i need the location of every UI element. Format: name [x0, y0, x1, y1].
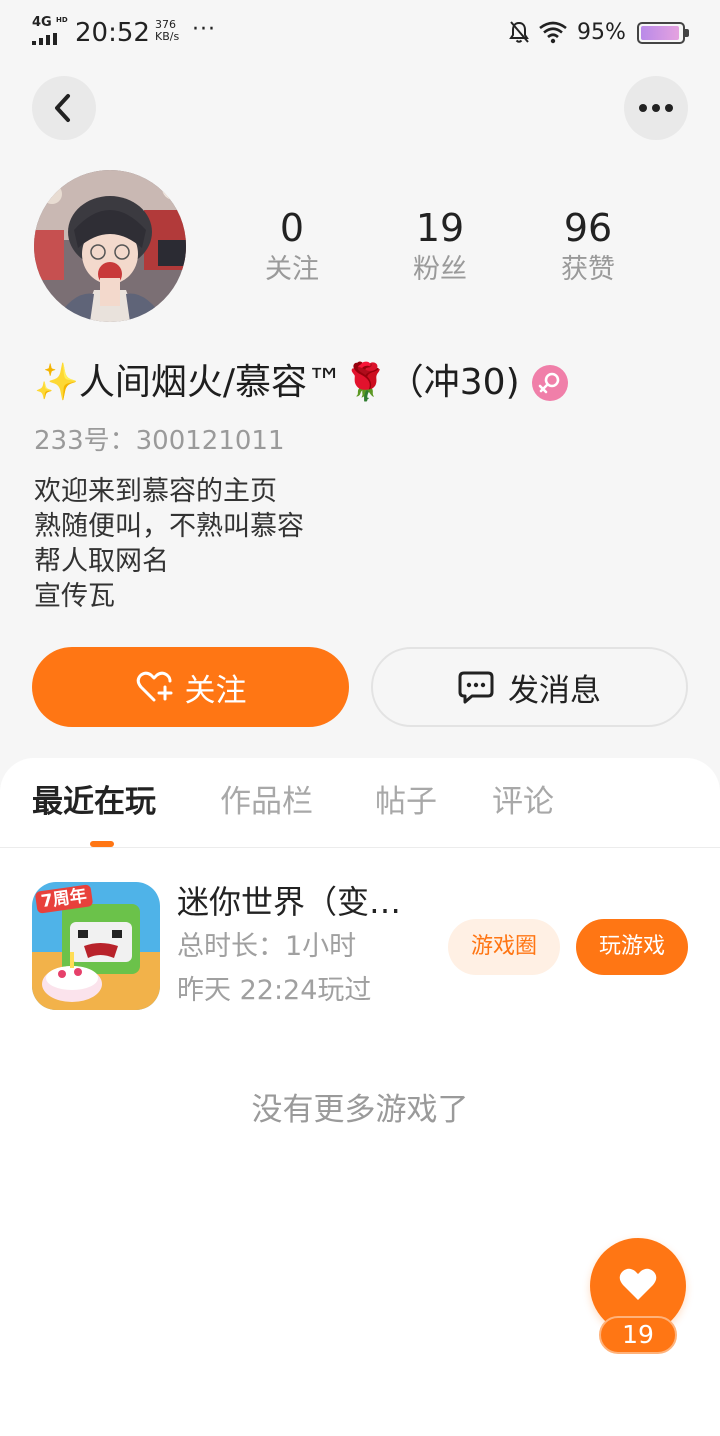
status-more-icon: ···	[192, 17, 216, 42]
wifi-icon	[539, 21, 567, 44]
network-speed: 376 KB/s	[155, 19, 179, 43]
more-button[interactable]	[624, 76, 688, 140]
game-duration: 总时长：1小时	[177, 931, 357, 962]
stat-following-value: 0	[279, 206, 305, 250]
avatar[interactable]	[34, 170, 186, 322]
play-game-button[interactable]: 玩游戏	[576, 919, 688, 975]
game-circle-button[interactable]: 游戏圈	[448, 919, 560, 975]
heart-icon	[619, 1268, 657, 1300]
user-id: 233号：300121011	[34, 426, 285, 456]
status-bar: 4G HD 20:52 376 KB/s ··· 95%	[0, 0, 720, 66]
chevron-left-icon	[55, 94, 70, 122]
bell-off-icon	[509, 21, 529, 43]
stat-likes-label: 获赞	[561, 254, 615, 285]
stat-likes-value: 96	[563, 206, 613, 250]
female-icon	[531, 365, 568, 401]
message-button[interactable]: 发消息	[371, 647, 688, 727]
more-dots-icon	[639, 104, 673, 112]
tab-works[interactable]: 作品栏	[220, 780, 313, 824]
avatar-image	[34, 170, 186, 322]
bio: 欢迎来到慕容的主页 熟随便叫，不熟叫慕容 帮人取网名 宣传瓦	[34, 474, 654, 614]
heart-plus-icon	[136, 671, 172, 702]
network-hd: HD	[56, 16, 68, 24]
clock: 20:52	[75, 18, 150, 48]
empty-list-text: 没有更多游戏了	[251, 1092, 469, 1128]
chat-bubble-icon	[458, 671, 494, 704]
game-title: 迷你世界（变…	[177, 883, 402, 921]
network-speed-unit: KB/s	[155, 30, 180, 43]
stat-likes[interactable]: 96 获赞	[528, 205, 648, 289]
stat-fans[interactable]: 19 粉丝	[380, 205, 500, 289]
follow-button-label: 关注	[184, 672, 247, 709]
back-button[interactable]	[32, 76, 96, 140]
game-last-played: 昨天 22:24玩过	[177, 975, 372, 1006]
stat-following-label: 关注	[265, 254, 319, 285]
tab-comments[interactable]: 评论	[492, 780, 554, 824]
tab-posts[interactable]: 帖子	[375, 780, 437, 824]
stat-fans-value: 19	[415, 206, 465, 250]
tab-bar: 最近在玩 作品栏 帖子 评论	[0, 758, 720, 848]
game-icon: 7周年	[32, 882, 160, 1010]
bio-line: 欢迎来到慕容的主页	[34, 476, 277, 507]
network-type: 4G	[32, 15, 52, 30]
stat-fans-label: 粉丝	[413, 254, 467, 285]
message-button-label: 发消息	[508, 672, 601, 709]
tab-recent-play[interactable]: 最近在玩	[32, 780, 156, 824]
bio-line: 熟随便叫，不熟叫慕容	[34, 511, 304, 542]
like-count: 19	[599, 1316, 677, 1354]
bio-line: 帮人取网名	[34, 546, 169, 577]
signal-icon: 4G HD	[32, 15, 68, 45]
nickname: ✨人间烟火/慕容™🌹（冲30)	[34, 362, 520, 403]
bio-line: 宣传瓦	[34, 581, 115, 612]
stat-following[interactable]: 0 关注	[232, 205, 352, 289]
nickname-row: ✨人间烟火/慕容™🌹（冲30)	[34, 358, 568, 408]
tab-indicator	[90, 841, 114, 847]
game-list-item[interactable]: 7周年 迷你世界（变… 总时长：1小时 昨天 22:24玩过 游戏圈 玩游戏	[0, 880, 720, 1015]
follow-button[interactable]: 关注	[32, 647, 349, 727]
battery-percent: 95%	[577, 20, 626, 45]
battery-icon	[637, 22, 689, 44]
